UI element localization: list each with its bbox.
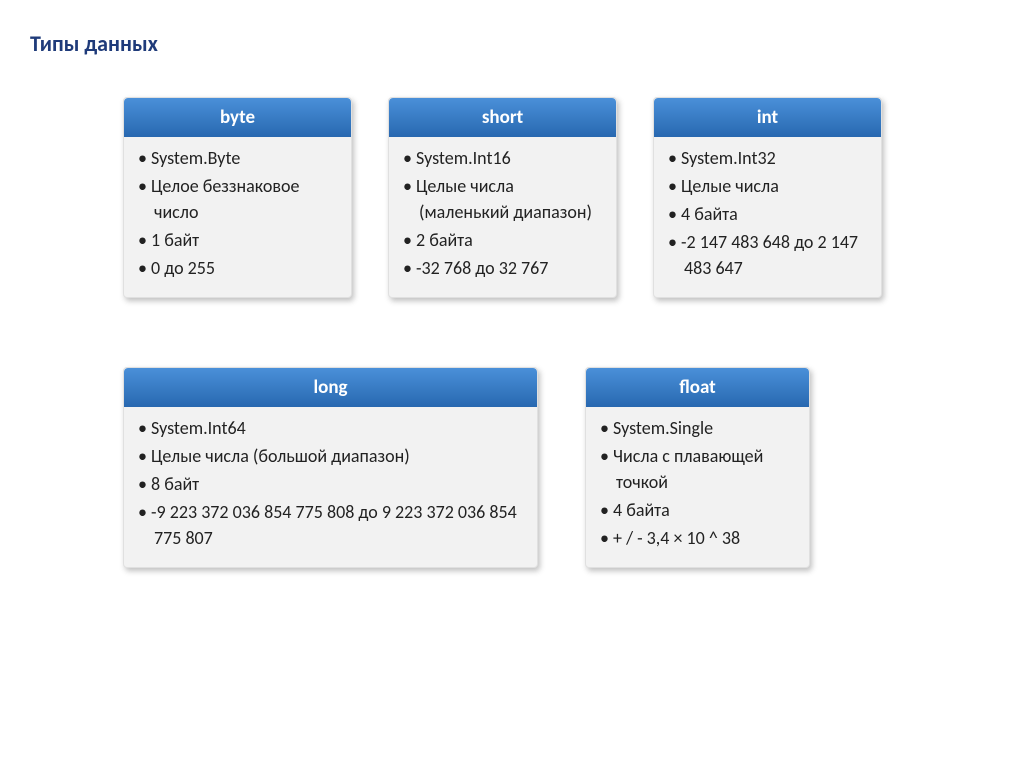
card-byte-item: System.Byte (138, 145, 337, 171)
card-long-header: long (124, 368, 537, 407)
card-long-item: Целые числа (большой диапазон) (138, 443, 523, 469)
card-short: short System.Int16 Целые числа (маленьки… (388, 97, 617, 298)
card-byte-header: byte (124, 98, 351, 137)
card-int-header: int (654, 98, 881, 137)
card-int: int System.Int32 Целые числа 4 байта -2 … (653, 97, 882, 298)
card-float-item: Числа с плавающей точкой (600, 443, 795, 495)
card-byte: byte System.Byte Целое беззнаковое число… (123, 97, 352, 298)
card-long-item: -9 223 372 036 854 775 808 до 9 223 372 … (138, 499, 523, 551)
card-byte-item: 0 до 255 (138, 255, 337, 281)
card-int-item: System.Int32 (668, 145, 867, 171)
card-int-item: 4 байта (668, 201, 867, 227)
card-short-header: short (389, 98, 616, 137)
card-long-item: System.Int64 (138, 415, 523, 441)
card-int-item: Целые числа (668, 173, 867, 199)
card-long: long System.Int64 Целые числа (большой д… (123, 367, 538, 568)
card-float-item: 4 байта (600, 497, 795, 523)
card-short-item: System.Int16 (403, 145, 602, 171)
card-short-item: -32 768 до 32 767 (403, 255, 602, 281)
page-title: Типы данных (30, 30, 994, 57)
card-short-body: System.Int16 Целые числа (маленький диап… (389, 137, 616, 297)
card-short-item: Целые числа (маленький диапазон) (403, 173, 602, 225)
card-float-body: System.Single Числа с плавающей точкой 4… (586, 407, 809, 567)
card-byte-body: System.Byte Целое беззнаковое число 1 ба… (124, 137, 351, 297)
card-int-body: System.Int32 Целые числа 4 байта -2 147 … (654, 137, 881, 297)
card-byte-item: Целое беззнаковое число (138, 173, 337, 225)
card-long-body: System.Int64 Целые числа (большой диапаз… (124, 407, 537, 567)
card-float-header: float (586, 368, 809, 407)
card-int-item: -2 147 483 648 до 2 147 483 647 (668, 229, 867, 281)
card-long-item: 8 байт (138, 471, 523, 497)
card-float: float System.Single Числа с плавающей то… (585, 367, 810, 568)
card-byte-item: 1 байт (138, 227, 337, 253)
card-float-item: System.Single (600, 415, 795, 441)
card-short-item: 2 байта (403, 227, 602, 253)
card-float-item: + / - 3,4 × 10 ^ 38 (600, 525, 795, 551)
